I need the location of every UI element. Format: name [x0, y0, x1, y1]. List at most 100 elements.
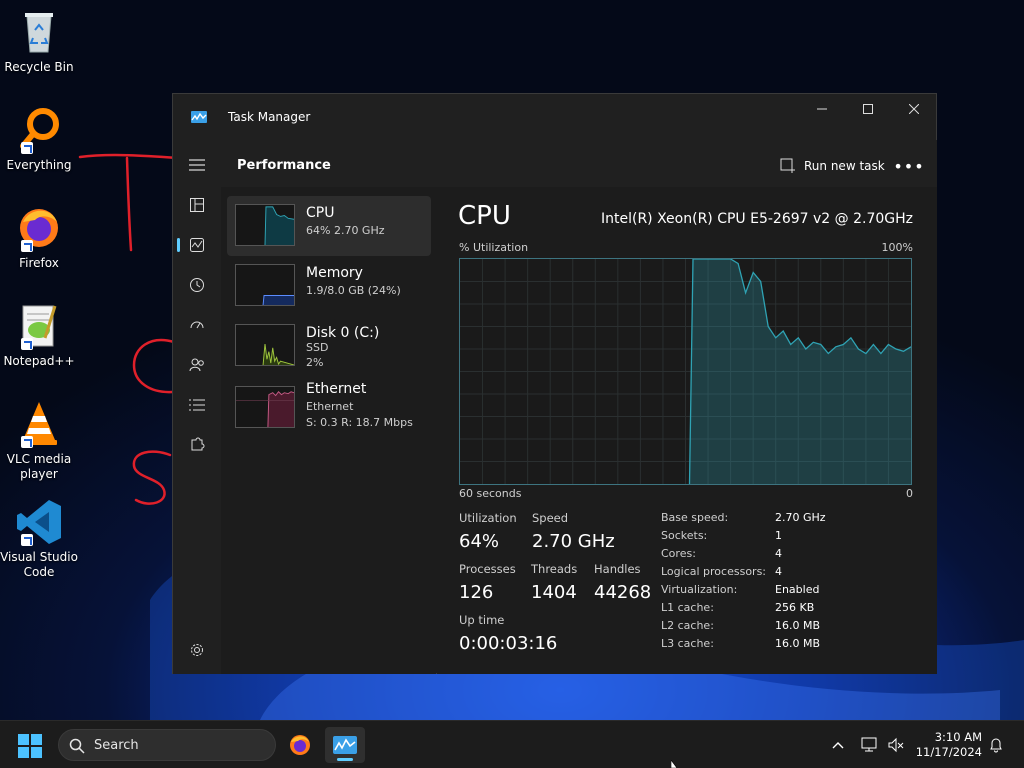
spec-value: 16.0 MB [775, 619, 821, 632]
navigation-rail [173, 140, 221, 674]
firefox-icon [290, 735, 310, 755]
spec-label: L3 cache: [661, 637, 714, 650]
cpu-model-name: Intel(R) Xeon(R) CPU E5-2697 v2 @ 2.70GH… [601, 211, 913, 227]
desktop-icon-firefox[interactable]: Firefox [0, 204, 78, 271]
system-clock[interactable]: 3:10 AM 11/17/2024 [912, 730, 982, 760]
processes-grid-icon [190, 198, 204, 212]
perf-item-memory[interactable]: Memory 1.9/8.0 GB (24%) [227, 256, 431, 316]
perf-item-cpu[interactable]: CPU 64% 2.70 GHz [227, 196, 431, 256]
nav-settings[interactable] [181, 634, 213, 666]
spec-label: Virtualization: [661, 583, 738, 596]
show-hidden-icons-button[interactable] [828, 735, 848, 755]
desktop-icon-vlc[interactable]: VLC media player [0, 400, 78, 482]
clock-time: 3:10 AM [934, 730, 982, 744]
y-axis-max: 100% [881, 241, 913, 254]
shortcut-arrow-icon [21, 436, 33, 448]
spec-value: 2.70 GHz [775, 511, 826, 524]
maximize-icon [863, 104, 873, 114]
gear-icon [191, 644, 203, 656]
nav-details[interactable] [181, 389, 213, 421]
task-manager-icon [333, 736, 357, 754]
hamburger-menu-button[interactable] [181, 149, 213, 181]
speed-label: Speed [532, 511, 569, 525]
perf-item-disk[interactable]: Disk 0 (C:) SSD 2% [227, 316, 431, 376]
shortcut-arrow-icon [21, 534, 33, 546]
nav-app-history[interactable] [181, 269, 213, 301]
uptime-value: 0:00:03:16 [459, 633, 558, 654]
utilization-label: Utilization [459, 511, 517, 525]
clock-date: 11/17/2024 [915, 745, 982, 759]
maximize-button[interactable] [845, 94, 891, 124]
nav-performance[interactable] [177, 229, 213, 261]
minimize-icon [817, 108, 827, 110]
minimize-button[interactable] [799, 94, 845, 124]
task-manager-window[interactable]: Task Manager Performance Run new task ••… [172, 93, 937, 674]
x-axis-left-label: 60 seconds [459, 487, 522, 500]
shortcut-arrow-icon [21, 338, 33, 350]
taskbar-task-manager[interactable] [325, 727, 365, 763]
close-icon [909, 104, 919, 114]
network-monitor-icon [861, 737, 877, 752]
page-header: Performance Run new task ••• [221, 140, 937, 188]
shortcut-arrow-icon [21, 142, 33, 154]
title-bar[interactable]: Task Manager [173, 94, 936, 140]
hamburger-icon [189, 159, 205, 171]
everything-search-icon [15, 106, 63, 154]
network-status[interactable] [860, 735, 880, 755]
windows-logo-icon [18, 734, 29, 745]
spec-label: Cores: [661, 547, 696, 560]
page-title: Performance [237, 158, 331, 173]
utilization-value: 64% [459, 531, 500, 552]
services-puzzle-icon [191, 437, 205, 451]
volume-muted-icon [888, 737, 904, 753]
uptime-label: Up time [459, 613, 505, 627]
bell-icon [990, 738, 1002, 753]
perf-item-ethernet[interactable]: Ethernet Ethernet S: 0.3 R: 18.7 Mbps [227, 376, 431, 440]
shortcut-arrow-icon [21, 240, 33, 252]
ethernet-thumbnail-graph [235, 386, 295, 428]
spec-label: Sockets: [661, 529, 708, 542]
notifications-button[interactable] [986, 735, 1006, 755]
cpu-detail-panel: CPU Intel(R) Xeon(R) CPU E5-2697 v2 @ 2.… [437, 188, 937, 674]
nav-services[interactable] [181, 429, 213, 461]
spec-value: 1 [775, 529, 782, 542]
nav-users[interactable] [181, 349, 213, 381]
more-options-button[interactable]: ••• [893, 152, 923, 180]
desktop-icon-recycle-bin[interactable]: Recycle Bin [0, 8, 78, 75]
nav-processes[interactable] [181, 189, 213, 221]
vlc-icon [15, 400, 63, 448]
spec-label: Logical processors: [661, 565, 767, 578]
start-button[interactable] [18, 734, 42, 758]
spec-label: Base speed: [661, 511, 729, 524]
taskbar-firefox[interactable] [280, 727, 320, 763]
spec-value: 256 KB [775, 601, 815, 614]
threads-label: Threads [531, 562, 578, 576]
x-axis-right-label: 0 [906, 487, 913, 500]
cpu-thumbnail-graph [235, 204, 295, 246]
notepad-plus-plus-icon [15, 302, 63, 350]
run-new-task-button[interactable]: Run new task [774, 152, 891, 180]
window-title: Task Manager [228, 110, 311, 124]
recycle-bin-icon [15, 8, 63, 56]
chevron-up-icon [832, 742, 844, 749]
spec-value: 4 [775, 565, 782, 578]
close-button[interactable] [891, 94, 937, 124]
desktop-icon-everything[interactable]: Everything [0, 106, 78, 173]
users-icon [189, 358, 204, 372]
history-clock-icon [190, 278, 204, 292]
spec-value: Enabled [775, 583, 820, 596]
desktop-icon-notepadpp[interactable]: Notepad++ [0, 302, 78, 369]
performance-resource-list: CPU 64% 2.70 GHz Memory 1.9/8.0 GB (24%)… [221, 188, 436, 674]
nav-startup-apps[interactable] [181, 309, 213, 341]
detail-title: CPU [458, 201, 511, 231]
volume-status[interactable] [886, 735, 906, 755]
taskbar-search[interactable]: Search [58, 729, 276, 761]
cpu-utilization-graph [459, 258, 912, 485]
taskbar: Search 3:10 AM 11/17/2024 [0, 720, 1024, 768]
desktop-icon-vscode[interactable]: Visual Studio Code [0, 498, 78, 580]
processes-value: 126 [459, 582, 494, 603]
threads-value: 1404 [531, 582, 577, 603]
search-placeholder: Search [94, 738, 139, 753]
speed-value: 2.70 GHz [532, 531, 615, 552]
vscode-icon [15, 498, 63, 546]
